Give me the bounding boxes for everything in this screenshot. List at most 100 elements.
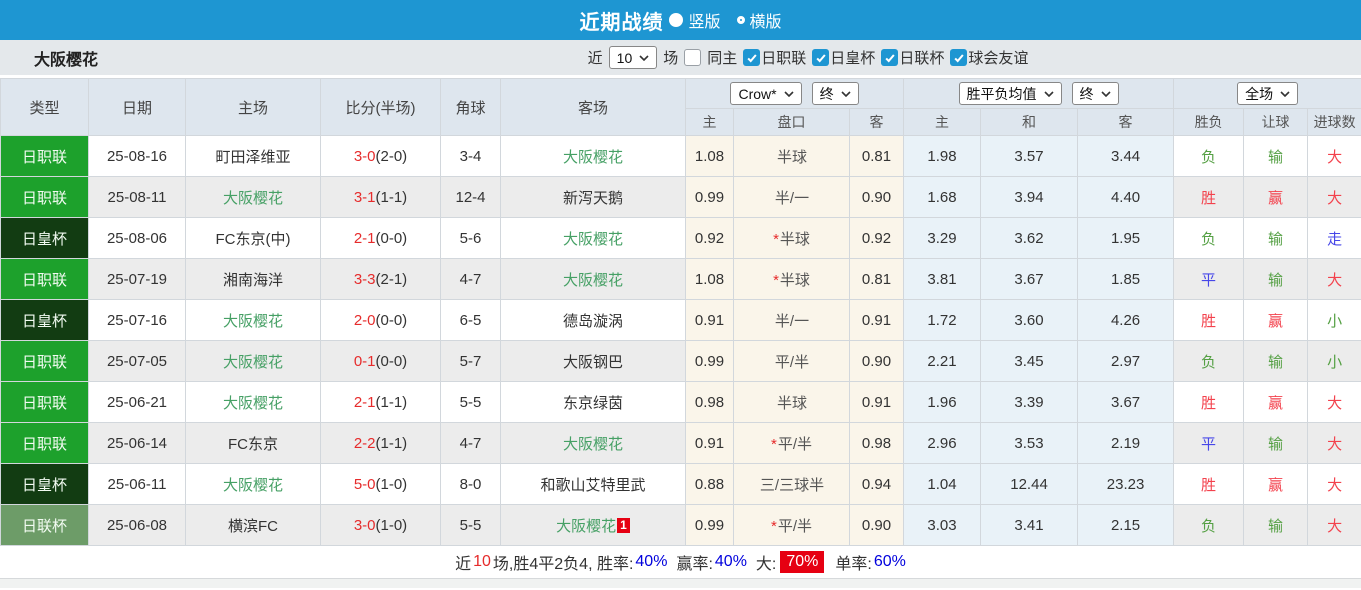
goals-result-cell: 大 xyxy=(1308,177,1361,218)
odds-period-select[interactable]: 终 xyxy=(1072,82,1119,105)
handicap-star: * xyxy=(771,436,777,453)
odds-type-select[interactable]: 胜平负均值 xyxy=(959,82,1062,105)
away-odds-cell: 0.91 xyxy=(850,382,904,423)
handicap-result-cell: 输 xyxy=(1244,218,1308,259)
corner-cell: 4-7 xyxy=(441,259,501,300)
team-name: 大阪樱花 xyxy=(34,46,98,70)
away-odds-cell: 0.91 xyxy=(850,300,904,341)
page-title: 近期战绩 xyxy=(579,6,663,35)
col-corner: 角球 xyxy=(441,79,501,136)
recent-count-value: 10 xyxy=(473,553,491,571)
draw-odds-cell: 12.44 xyxy=(981,464,1078,505)
score-cell: 3-3(2-1) xyxy=(321,259,441,300)
away-odds-cell: 0.94 xyxy=(850,464,904,505)
radio-horizontal-label[interactable]: 横版 xyxy=(750,8,782,32)
win-odds-cell: 1.68 xyxy=(904,177,981,218)
match-date-cell: 25-08-06 xyxy=(89,218,186,259)
away-odds-cell: 0.81 xyxy=(850,259,904,300)
home-team-cell: 町田泽维亚 xyxy=(186,136,321,177)
match-type-cell: 日皇杯 xyxy=(1,464,89,505)
handicap-result-cell: 赢 xyxy=(1244,300,1308,341)
bookmaker-select[interactable]: Crow* xyxy=(730,82,801,105)
corner-cell: 5-5 xyxy=(441,505,501,546)
match-type-cell: 日职联 xyxy=(1,423,89,464)
handicap-result-cell: 输 xyxy=(1244,259,1308,300)
home-odds-cell: 0.98 xyxy=(686,382,734,423)
col-date: 日期 xyxy=(89,79,186,136)
handicap-cell: 半球 xyxy=(734,136,850,177)
match-type-cell: 日联杯 xyxy=(1,505,89,546)
competition-jleague-checkbox[interactable] xyxy=(743,49,760,66)
draw-odds-cell: 3.60 xyxy=(981,300,1078,341)
competition-levain-cup-label[interactable]: 日联杯 xyxy=(899,47,944,68)
radio-vertical-layout-icon[interactable] xyxy=(669,13,683,27)
subcol-result: 胜负 xyxy=(1174,109,1244,136)
radio-horizontal-layout-icon[interactable] xyxy=(737,16,745,24)
competition-emperor-cup-checkbox[interactable] xyxy=(812,49,829,66)
bookmaker-period-select[interactable]: 终 xyxy=(812,82,859,105)
result-cell: 胜 xyxy=(1174,177,1244,218)
corner-cell: 6-5 xyxy=(441,300,501,341)
home-team-cell: 大阪樱花 xyxy=(186,341,321,382)
radio-vertical-label[interactable]: 竖版 xyxy=(688,8,720,32)
corner-cell: 3-4 xyxy=(441,136,501,177)
recent-prefix-label: 近 xyxy=(588,47,603,68)
away-team-cell: 大阪樱花 xyxy=(501,218,686,259)
bottom-strip xyxy=(0,578,1361,588)
check-icon xyxy=(884,52,896,64)
over-rate-value: 70% xyxy=(780,551,824,573)
match-date-cell: 25-08-11 xyxy=(89,177,186,218)
competition-jleague-label[interactable]: 日职联 xyxy=(761,47,806,68)
table-header: 类型 日期 主场 比分(半场) 角球 客场 Crow* 终 xyxy=(1,79,1361,136)
match-date-cell: 25-07-05 xyxy=(89,341,186,382)
away-team-cell: 大阪樱花 xyxy=(501,423,686,464)
competition-friendly-label[interactable]: 球会友谊 xyxy=(968,47,1028,68)
result-cell: 负 xyxy=(1174,505,1244,546)
win-rate-value: 40% xyxy=(635,553,667,571)
check-icon xyxy=(746,52,758,64)
filter-controls: 近 10 场 同主 日职联 日皇杯 日联杯 xyxy=(588,46,1029,69)
competition-levain-cup-checkbox[interactable] xyxy=(881,49,898,66)
competition-emperor-cup-label[interactable]: 日皇杯 xyxy=(830,47,875,68)
home-team-cell: 大阪樱花 xyxy=(186,177,321,218)
match-date-cell: 25-07-16 xyxy=(89,300,186,341)
win-odds-cell: 1.04 xyxy=(904,464,981,505)
win-odds-cell: 3.03 xyxy=(904,505,981,546)
handicap-cell: 平/半 xyxy=(734,341,850,382)
draw-odds-cell: 3.94 xyxy=(981,177,1078,218)
win-odds-cell: 1.98 xyxy=(904,136,981,177)
match-type-cell: 日职联 xyxy=(1,382,89,423)
table-row: 日职联 25-06-14 FC东京 2-2(1-1) 4-7 大阪樱花 0.91… xyxy=(1,423,1361,464)
goals-result-cell: 走 xyxy=(1308,218,1361,259)
handicap-cell: *平/半 xyxy=(734,505,850,546)
subcol-goals: 进球数 xyxy=(1308,109,1361,136)
col-type: 类型 xyxy=(1,79,89,136)
same-home-checkbox[interactable] xyxy=(684,49,701,66)
lose-odds-cell: 3.67 xyxy=(1078,382,1174,423)
same-home-label[interactable]: 同主 xyxy=(707,47,737,68)
match-date-cell: 25-06-14 xyxy=(89,423,186,464)
result-cell: 胜 xyxy=(1174,464,1244,505)
competition-friendly-checkbox[interactable] xyxy=(950,49,967,66)
corner-cell: 5-6 xyxy=(441,218,501,259)
chevron-down-icon xyxy=(1280,91,1290,97)
table-row: 日职联 25-07-05 大阪樱花 0-1(0-0) 5-7 大阪钢巴 0.99… xyxy=(1,341,1361,382)
home-odds-cell: 0.99 xyxy=(686,505,734,546)
away-team-cell: 大阪钢巴 xyxy=(501,341,686,382)
results-tbody: 日职联 25-08-16 町田泽维亚 3-0(2-0) 3-4 大阪樱花 1.0… xyxy=(1,136,1361,546)
match-date-cell: 25-06-11 xyxy=(89,464,186,505)
draw-odds-cell: 3.53 xyxy=(981,423,1078,464)
handicap-result-cell: 输 xyxy=(1244,423,1308,464)
subcol-draw: 和 xyxy=(981,109,1078,136)
home-team-cell: FC东京(中) xyxy=(186,218,321,259)
lose-odds-cell: 1.95 xyxy=(1078,218,1174,259)
scope-select[interactable]: 全场 xyxy=(1237,82,1298,105)
recent-count-select[interactable]: 10 xyxy=(609,46,658,69)
score-cell: 5-0(1-0) xyxy=(321,464,441,505)
lose-odds-cell: 4.26 xyxy=(1078,300,1174,341)
match-type-cell: 日职联 xyxy=(1,177,89,218)
result-cell: 负 xyxy=(1174,218,1244,259)
check-icon xyxy=(953,52,965,64)
match-type-cell: 日职联 xyxy=(1,136,89,177)
score-cell: 3-0(2-0) xyxy=(321,136,441,177)
